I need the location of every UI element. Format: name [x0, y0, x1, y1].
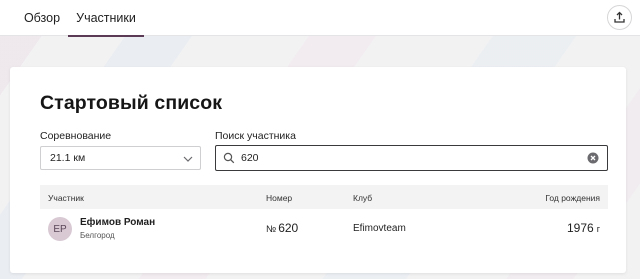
table-row[interactable]: ЕР Ефимов Роман Белгород № 620 Efimovteam…	[40, 209, 608, 247]
column-header-participant: Участник	[48, 193, 84, 203]
search-label: Поиск участника	[215, 130, 296, 142]
birth-year-value: 1976	[567, 221, 594, 235]
top-nav: Обзор Участники	[0, 0, 640, 37]
participant-city: Белгород	[80, 231, 115, 240]
avatar: ЕР	[48, 217, 72, 241]
export-button[interactable]	[607, 5, 632, 30]
page-title: Стартовый список	[40, 92, 223, 114]
search-input[interactable]	[241, 150, 581, 166]
column-header-birth-year: Год рождения	[545, 193, 600, 203]
bib-number: № 620	[266, 221, 298, 235]
participant-name: Ефимов Роман	[80, 217, 156, 228]
column-header-club: Клуб	[353, 193, 373, 203]
clear-icon[interactable]	[587, 152, 599, 164]
upload-icon	[614, 11, 625, 23]
competition-label: Соревнование	[40, 130, 112, 142]
search-icon	[223, 152, 235, 164]
tab-participants[interactable]: Участники	[68, 0, 144, 37]
number-symbol: №	[266, 224, 277, 235]
start-list-card: Стартовый список Соревнование Поиск учас…	[10, 67, 626, 273]
tab-overview[interactable]: Обзор	[18, 0, 66, 36]
bib-number-value: 620	[278, 221, 299, 235]
birth-year-unit: г	[596, 224, 600, 234]
chevron-down-icon	[183, 156, 193, 162]
participant-club: Efimovteam	[353, 223, 406, 234]
birth-year: 1976 г	[567, 221, 600, 235]
competition-select[interactable]: 21.1 км	[40, 146, 201, 170]
competition-selected-value: 21.1 км	[50, 152, 86, 164]
table-header: Участник Номер Клуб Год рождения	[40, 185, 608, 209]
column-header-number: Номер	[266, 193, 293, 203]
participant-search	[215, 145, 608, 171]
